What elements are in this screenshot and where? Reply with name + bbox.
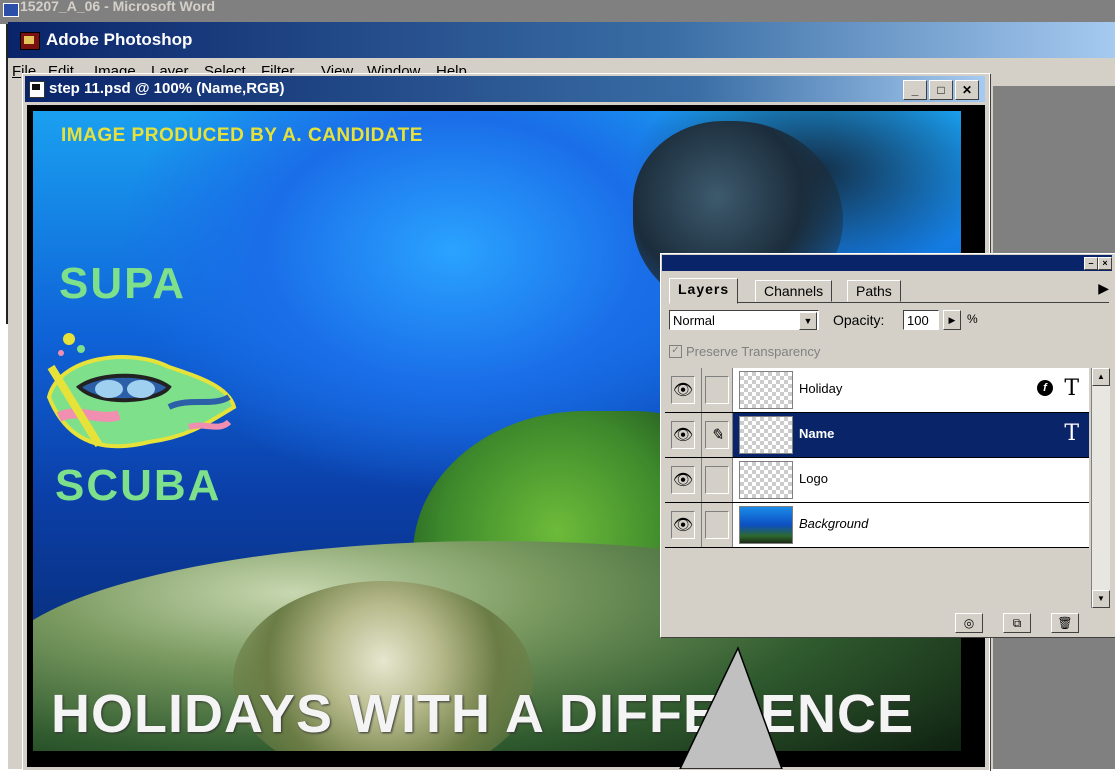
layer-list: 👁 Holiday f T 👁 ✎ Name T 👁 Logo 👁 Backgr… [665, 368, 1089, 608]
layer-name: Background [799, 516, 869, 531]
opacity-unit: % [967, 312, 978, 326]
tab-paths[interactable]: Paths [847, 280, 901, 302]
tab-channels[interactable]: Channels [755, 280, 833, 302]
trash-icon[interactable]: 🗑 [1051, 613, 1079, 633]
opacity-input[interactable]: 100 [903, 310, 939, 330]
layer-thumbnail [739, 461, 793, 499]
logo-text-bottom: SCUBA [55, 461, 222, 510]
photoshop-title-bar[interactable]: Adobe Photoshop [8, 22, 1115, 58]
opacity-slider-arrow-icon[interactable]: ▶ [943, 310, 961, 330]
preserve-transparency-option[interactable]: ✓ Preserve Transparency [669, 344, 820, 359]
minimize-button[interactable]: _ [903, 80, 927, 100]
link-toggle[interactable] [705, 466, 729, 494]
app-title: Adobe Photoshop [46, 30, 193, 49]
layer-row-logo[interactable]: 👁 Logo [665, 458, 1089, 503]
text-layer-icon: T [1064, 376, 1079, 401]
layers-scrollbar[interactable]: ▲ ▼ [1091, 368, 1110, 608]
opacity-label: Opacity: [833, 312, 885, 328]
layer-name: Name [799, 426, 835, 441]
blend-mode-value: Normal [673, 313, 715, 328]
palette-tabs: Layers Channels Paths ▶ [669, 276, 1109, 304]
blend-mode-select[interactable]: Normal ▼ [669, 310, 819, 330]
artwork-headline: HOLIDAYS WITH A DIFFERENCE [51, 684, 915, 744]
layer-thumbnail [739, 506, 793, 544]
word-document-edge [0, 24, 8, 324]
layer-name: Holiday [799, 381, 843, 396]
link-toggle[interactable] [705, 376, 729, 404]
preserve-transparency-label: Preserve Transparency [686, 344, 821, 359]
document-title-bar[interactable]: step 11.psd @ 100% (Name,RGB) _ □ ✕ [25, 76, 985, 102]
layer-thumbnail [739, 371, 793, 409]
add-mask-icon[interactable]: ◎ [955, 613, 983, 633]
document-title: step 11.psd @ 100% (Name,RGB) [49, 80, 285, 97]
scroll-up-icon[interactable]: ▲ [1092, 368, 1110, 386]
layer-row-name[interactable]: 👁 ✎ Name T [665, 413, 1089, 458]
palette-title-bar[interactable]: – × [662, 255, 1112, 271]
layer-effect-icon: f [1037, 380, 1053, 396]
artwork-caption: IMAGE PRODUCED BY A. CANDIDATE [61, 125, 423, 146]
palette-close-button[interactable]: × [1098, 257, 1112, 270]
eye-icon[interactable]: 👁 [671, 511, 695, 539]
logo-text-top: SUPA [59, 259, 186, 308]
eye-icon[interactable]: 👁 [671, 466, 695, 494]
layers-palette: – × Layers Channels Paths ▶ Normal ▼ Opa… [660, 253, 1115, 638]
photoshop-app-icon [20, 32, 40, 50]
eye-icon[interactable]: 👁 [671, 421, 695, 449]
word-app-icon [3, 3, 19, 17]
palette-menu-arrow-icon[interactable]: ▶ [1098, 280, 1109, 297]
layer-row-holiday[interactable]: 👁 Holiday f T [665, 368, 1089, 413]
paintbrush-icon[interactable]: ✎ [705, 421, 729, 449]
palette-minimize-button[interactable]: – [1084, 257, 1098, 270]
chevron-down-icon[interactable]: ▼ [799, 312, 817, 330]
diver-fish-logo [46, 333, 237, 449]
text-layer-icon: T [1064, 421, 1079, 446]
new-layer-icon[interactable]: ⧉ [1003, 613, 1031, 633]
preserve-transparency-checkbox[interactable]: ✓ [669, 345, 682, 358]
palette-bottom-bar: ◎ ⧉ 🗑 [665, 611, 1109, 633]
scroll-down-icon[interactable]: ▼ [1092, 590, 1110, 608]
maximize-button[interactable]: □ [929, 80, 953, 100]
close-button[interactable]: ✕ [955, 80, 979, 100]
word-title-bar: 15207_A_06 - Microsoft Word [0, 0, 1115, 24]
layer-thumbnail [739, 416, 793, 454]
link-toggle[interactable] [705, 511, 729, 539]
layer-name: Logo [799, 471, 828, 486]
tab-layers[interactable]: Layers [669, 278, 739, 304]
layer-row-background[interactable]: 👁 Background [665, 503, 1089, 548]
eye-icon[interactable]: 👁 [671, 376, 695, 404]
psd-file-icon [29, 81, 45, 98]
word-title: 15207_A_06 - Microsoft Word [20, 0, 216, 14]
